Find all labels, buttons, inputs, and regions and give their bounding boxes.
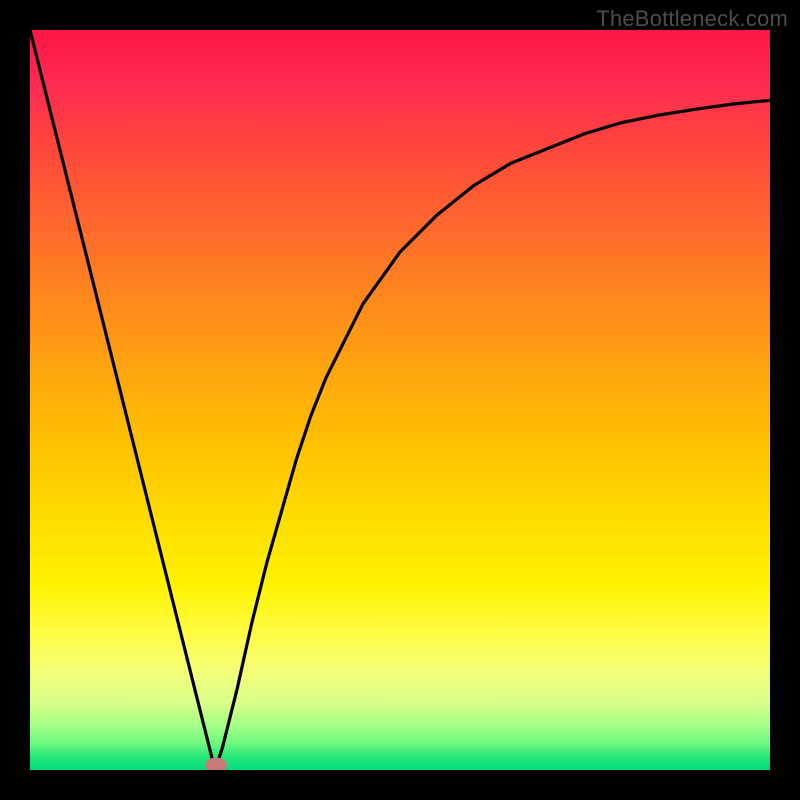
- curve-layer: [30, 30, 770, 770]
- minimum-marker: [205, 758, 227, 771]
- bottleneck-curve: [30, 30, 770, 770]
- plot-area: [30, 30, 770, 770]
- chart-frame: TheBottleneck.com: [0, 0, 800, 800]
- attribution-text: TheBottleneck.com: [596, 6, 788, 32]
